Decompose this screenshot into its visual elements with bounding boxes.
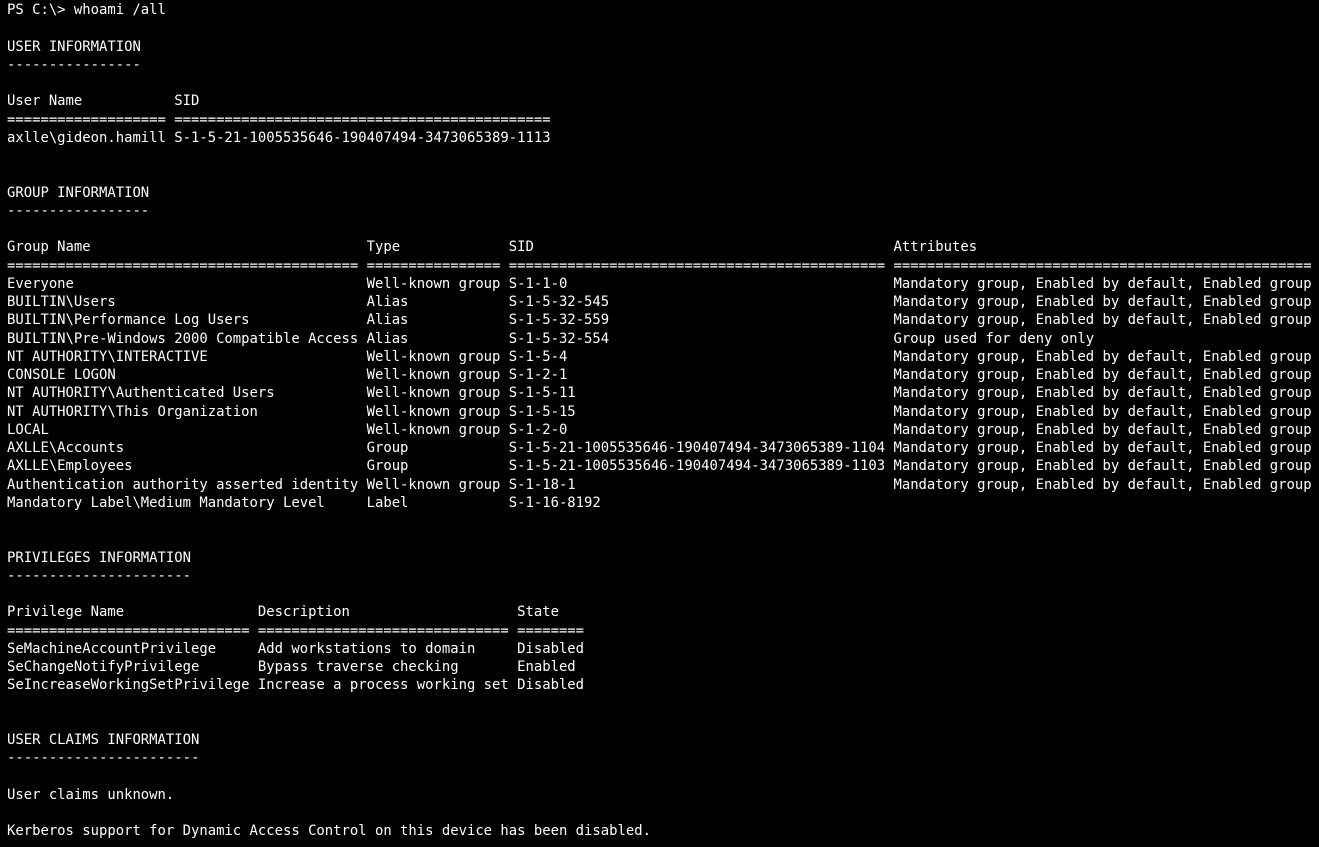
output-line: NT AUTHORITY\This Organization Well-know… <box>7 403 1312 420</box>
terminal-window[interactable]: PS C:\> whoami /all USER INFORMATION -----… <box>0 0 1319 847</box>
output-line: ---------------------- <box>7 567 191 584</box>
output-line: GROUP INFORMATION <box>7 184 150 201</box>
output-line: Everyone Well-known group S-1-1-0 Mandat… <box>7 275 1312 292</box>
output-line: SeMachineAccountPrivilege Add workstatio… <box>7 640 585 657</box>
output-line: ---------------- <box>7 56 141 73</box>
output-line: User Name SID <box>7 93 200 110</box>
output-line: Group Name Type SID Attributes <box>7 239 978 256</box>
output-line: USER INFORMATION <box>7 38 141 55</box>
output-line: NT AUTHORITY\INTERACTIVE Well-known grou… <box>7 348 1312 365</box>
output-line: SeChangeNotifyPrivilege Bypass traverse … <box>7 659 576 675</box>
output-line: PRIVILEGES INFORMATION <box>7 549 191 566</box>
output-line: User claims unknown. <box>7 786 175 803</box>
output-line: SeIncreaseWorkingSetPrivilege Increase a… <box>7 677 585 694</box>
console-output: PS C:\> whoami /all USER INFORMATION -----… <box>7 1 1319 841</box>
output-line: ----------------------- <box>7 750 200 767</box>
output-line: Kerberos support for Dynamic Access Cont… <box>7 823 651 840</box>
output-line: AXLLE\Employees Group S-1-5-21-100553564… <box>7 458 1312 475</box>
output-line: BUILTIN\Pre-Windows 2000 Compatible Acce… <box>7 330 1095 347</box>
output-line: ============================= ==========… <box>7 622 585 639</box>
output-line: USER CLAIMS INFORMATION <box>7 732 200 748</box>
output-line: ========================================… <box>7 257 1312 274</box>
output-line: Privilege Name Description State <box>7 604 559 621</box>
output-line: BUILTIN\Users Alias S-1-5-32-545 Mandato… <box>7 294 1312 310</box>
output-line: Authentication authority asserted identi… <box>7 476 1312 493</box>
output-line: BUILTIN\Performance Log Users Alias S-1-… <box>7 312 1312 329</box>
output-line: ----------------- <box>7 202 150 219</box>
output-line: NT AUTHORITY\Authenticated Users Well-kn… <box>7 385 1312 402</box>
output-line: axlle\gideon.hamill S-1-5-21-1005535646-… <box>7 129 551 146</box>
output-line: =================== ====================… <box>7 111 551 128</box>
command-prompt-line: PS C:\> whoami /all <box>7 2 166 18</box>
output-line: AXLLE\Accounts Group S-1-5-21-1005535646… <box>7 440 1312 456</box>
output-line: CONSOLE LOGON Well-known group S-1-2-1 M… <box>7 367 1312 383</box>
output-line: LOCAL Well-known group S-1-2-0 Mandatory… <box>7 421 1312 438</box>
output-line: Mandatory Label\Medium Mandatory Level L… <box>7 494 601 511</box>
